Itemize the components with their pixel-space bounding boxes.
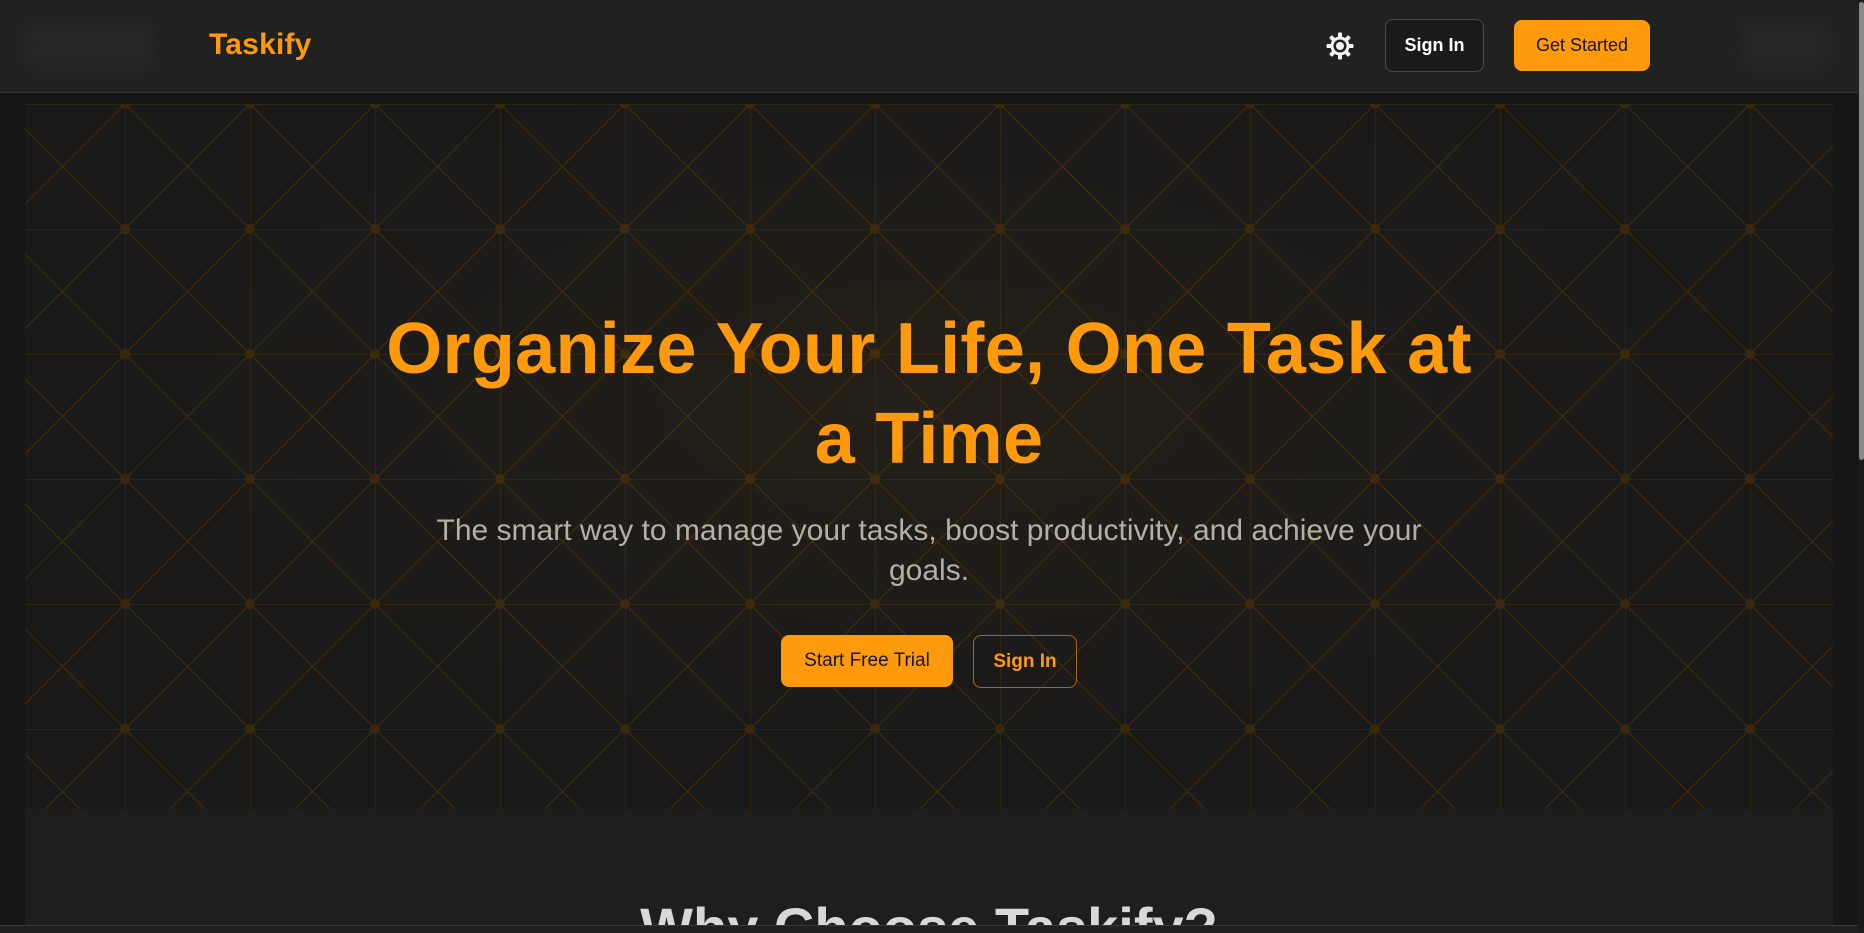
hero-title: Organize Your Life, One Task at a Time xyxy=(386,309,1472,479)
top-navbar: Taskify Sign In Get Started xyxy=(0,0,1858,93)
hero-content: Organize Your Life, One Task at a Time T… xyxy=(25,104,1833,809)
hero-subtitle: The smart way to manage your tasks, boos… xyxy=(436,514,1422,587)
window-bottom-edge xyxy=(0,925,1858,933)
theme-toggle-button[interactable] xyxy=(1320,26,1360,66)
blurred-nav-region xyxy=(24,22,154,70)
sun-icon xyxy=(1326,32,1354,60)
start-free-trial-button[interactable]: Start Free Trial xyxy=(781,635,953,687)
page: Taskify Sign In Get Started Organize You… xyxy=(0,0,1864,933)
hero-sign-in-button[interactable]: Sign In xyxy=(973,635,1077,688)
blurred-nav-region-right xyxy=(1740,22,1830,70)
scrollbar-thumb[interactable] xyxy=(1859,2,1864,460)
brand-logo[interactable]: Taskify xyxy=(209,25,312,65)
nav-get-started-button[interactable]: Get Started xyxy=(1514,20,1650,71)
features-section: Why Choose Taskify? xyxy=(25,809,1833,933)
nav-sign-in-button[interactable]: Sign In xyxy=(1385,19,1484,72)
hero-section: Organize Your Life, One Task at a Time T… xyxy=(25,104,1833,809)
